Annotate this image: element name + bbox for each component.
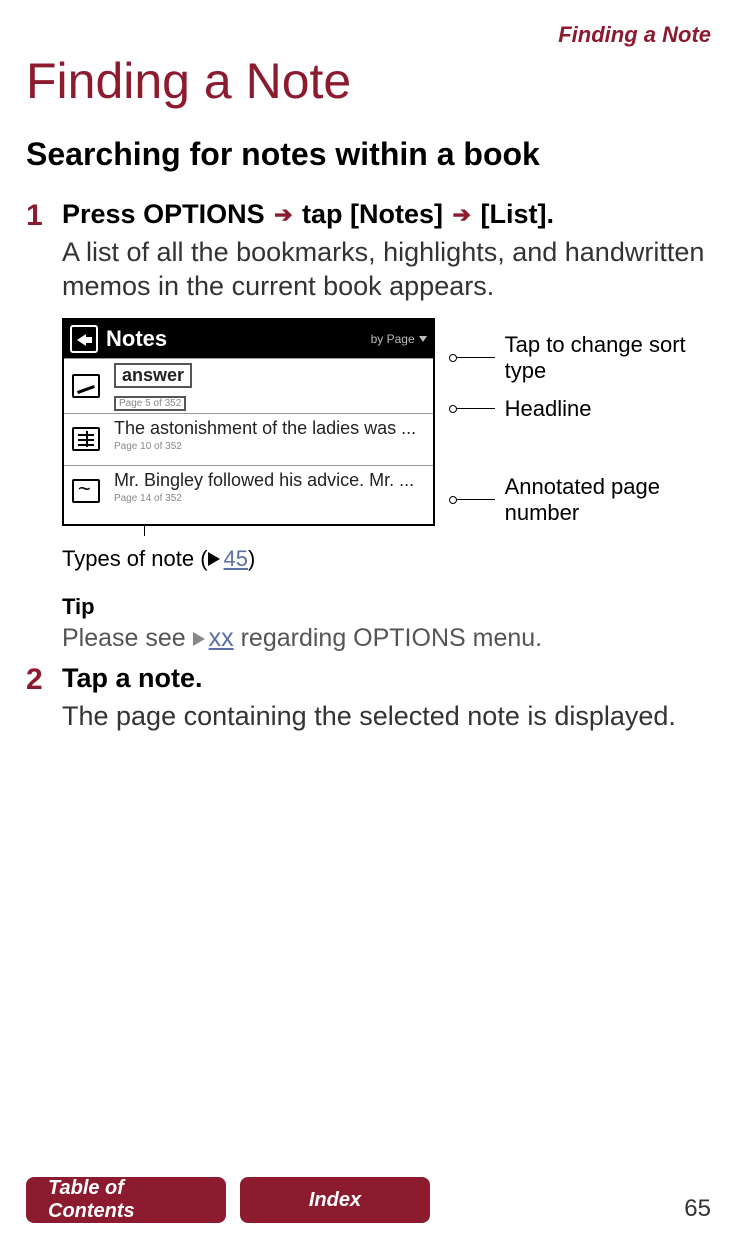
toc-button[interactable]: Table of Contents	[26, 1177, 226, 1223]
callout-page-number: Annotated page number	[505, 474, 711, 526]
note-page-number: Page 14 of 352	[114, 493, 427, 504]
tip: Tip Please see xx regarding OPTIONS menu…	[62, 594, 711, 654]
text: regarding OPTIONS menu.	[241, 624, 543, 652]
page-title: Finding a Note	[26, 52, 711, 110]
text: Please see	[62, 624, 193, 652]
arrow-right-icon: ➔	[272, 202, 294, 228]
highlight-icon	[72, 479, 100, 503]
text: Tap a note.	[62, 663, 203, 693]
text: tap [Notes]	[302, 199, 451, 229]
running-head: Finding a Note	[26, 22, 711, 48]
text: Press OPTIONS	[62, 199, 272, 229]
leader-line	[453, 408, 495, 409]
note-row: answer Page 5 of 352	[64, 358, 433, 413]
callout-headline: Headline	[505, 396, 592, 422]
step-number: 2	[26, 663, 62, 734]
note-page-number: Page 5 of 352	[114, 396, 186, 411]
titlebar: Notes by Page	[64, 320, 433, 358]
titlebar-title: Notes	[106, 326, 167, 352]
arrow-right-icon: ➔	[451, 202, 473, 228]
tip-heading: Tip	[62, 594, 711, 620]
step-2: 2 Tap a note. The page containing the se…	[26, 663, 711, 734]
step-number: 1	[26, 199, 62, 304]
leader-line	[453, 499, 495, 500]
note-headline: The astonishment of the ladies was ...	[114, 418, 427, 439]
callout-note-types: Types of note ( 45 )	[62, 546, 711, 572]
step-1-description: A list of all the bookmarks, highlights,…	[62, 236, 711, 304]
note-headline: answer	[114, 363, 192, 388]
back-icon	[70, 325, 98, 353]
page-ref-icon	[208, 552, 220, 566]
figure: Notes by Page answer Page 5 of 352 The a…	[62, 318, 711, 572]
page-number: 65	[684, 1195, 711, 1223]
notes-screenshot: Notes by Page answer Page 5 of 352 The a…	[62, 318, 435, 526]
footer: Table of Contents Index 65	[26, 1177, 711, 1223]
note-row: Mr. Bingley followed his advice. Mr. ...…	[64, 465, 433, 517]
step-1-heading: Press OPTIONS ➔ tap [Notes] ➔ [List].	[62, 199, 711, 230]
callout-labels: Tap to change sort type Headline Annotat…	[453, 318, 711, 526]
page-reference-link[interactable]: 45	[224, 546, 248, 572]
callout-sort: Tap to change sort type	[505, 332, 711, 384]
index-button[interactable]: Index	[240, 1177, 430, 1223]
text: Types of note (	[62, 546, 208, 572]
sort-label: by Page	[371, 332, 415, 346]
sort-selector: by Page	[371, 332, 427, 346]
note-headline: Mr. Bingley followed his advice. Mr. ...	[114, 470, 427, 491]
leader-line	[453, 357, 495, 358]
text: [List].	[481, 199, 555, 229]
tip-body: Please see xx regarding OPTIONS menu.	[62, 624, 711, 654]
note-page-number: Page 10 of 352	[114, 441, 427, 452]
step-2-heading: Tap a note.	[62, 663, 711, 694]
section-heading: Searching for notes within a book	[26, 136, 711, 173]
step-1: 1 Press OPTIONS ➔ tap [Notes] ➔ [List]. …	[26, 199, 711, 304]
chevron-down-icon	[419, 336, 427, 342]
page-ref-icon	[193, 632, 205, 646]
note-row: The astonishment of the ladies was ... P…	[64, 413, 433, 465]
handwriting-icon	[72, 374, 100, 398]
step-2-description: The page containing the selected note is…	[62, 700, 711, 734]
bookmark-icon	[72, 427, 100, 451]
text: )	[248, 546, 255, 572]
page-reference-link[interactable]: xx	[209, 624, 234, 653]
